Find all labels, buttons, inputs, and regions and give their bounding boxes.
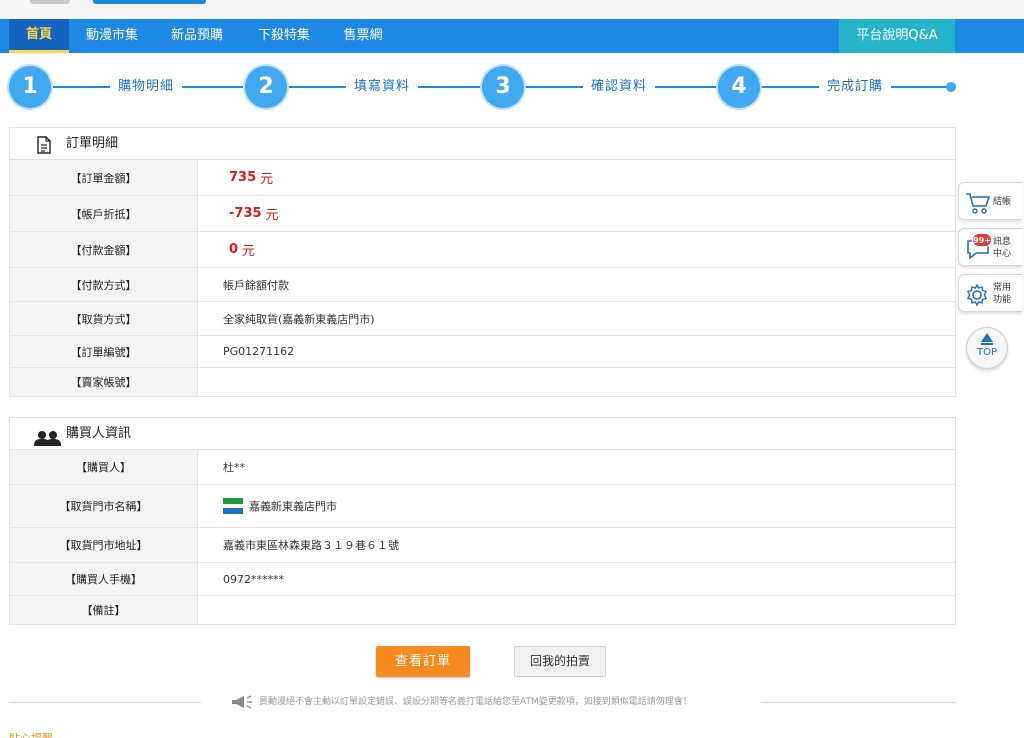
main-nav: 首頁 動漫市集 新品預購 下殺特集 售票網 平台說明Q&A [0,19,1024,53]
back-to-auctions-button[interactable]: 回我的拍賣 [514,646,606,677]
buyer-row-key: 【備註】 [10,596,198,624]
order-row-amount: 【訂單金額】 735 元 [10,160,955,196]
order-row-order-number: 【訂單編號】 PG01271162 [10,336,955,368]
notice-text-wrap: 買動漫絕不會主動以訂單設定錯誤、誤設分期等名義打電話給您至ATM變更款項，如接到… [231,693,692,711]
nav-item-anime-market[interactable]: 動漫市集 [78,19,146,53]
order-row-key: 【訂單編號】 [10,336,198,367]
nav-item-sale[interactable]: 下殺特集 [250,19,318,53]
order-row-key: 【訂單金額】 [10,160,198,195]
tools-label-1: 常用 [993,283,1012,293]
gear-icon [965,283,989,310]
buyer-name-value: 杜** [223,461,245,474]
top-label: TOP [976,347,997,358]
messages-widget[interactable]: 訊息 中心 [958,228,1022,266]
checkout-widget[interactable]: 結帳 [958,182,1022,220]
notice-divider-right [761,702,956,703]
buyer-store-address-value: 嘉義市東區林森東路３１９巷６１號 [223,539,399,552]
buyer-row-note: 【備註】 [10,596,955,624]
order-detail-title-text: 訂單明細 [66,136,119,151]
order-row-key: 【帳戶折抵】 [10,196,198,231]
message-count-badge: 99+ [972,233,992,247]
notice-text: 買動漫絕不會主動以訂單設定錯誤、誤設分期等名義打電話給您至ATM變更款項，如接到… [259,697,692,707]
order-detail-panel: 訂單明細 【訂單金額】 735 元 【帳戶折抵】 -735 元 【付款金額】 0元 … [9,127,956,397]
order-row-discount: 【帳戶折抵】 -735 元 [10,196,955,232]
cart-icon [965,192,991,217]
buyer-row-store-address: 【取貨門市地址】 嘉義市東區林森東路３１９巷６１號 [10,528,955,563]
buyer-info-title: 購買人資訊 [10,418,955,450]
checkout-label: 結帳 [993,197,1012,207]
order-row-payment-method: 【付款方式】 帳戶餘額付款 [10,268,955,302]
familymart-logo-icon [223,498,243,514]
buyer-row-key: 【購買人】 [10,450,198,484]
buyer-info-panel: 購買人資訊 【購買人】 杜** 【取貨門市名稱】 嘉義新東義店門市 【取貨門市地… [9,417,956,625]
order-discount-value: -735 元 [229,206,279,223]
step-1-label: 購物明細 [110,78,183,96]
megaphone-icon [231,695,253,716]
view-order-button[interactable]: 查看訂單 [376,646,470,677]
messages-label-1: 訊息 [993,237,1012,247]
top-header-strip [0,0,1024,19]
checkout-steps: 1 購物明細 2 填寫資料 3 確認資料 4 完成訂購 [0,66,1024,108]
buyer-row-key: 【取貨門市地址】 [10,528,198,562]
notice-divider-left [9,702,201,703]
reminder-heading: 貼心提醒 [9,730,53,738]
site-logo[interactable] [30,0,70,4]
buyer-row-name: 【購買人】 杜** [10,450,955,485]
buyer-store-name-value: 嘉義新東義店門市 [223,485,337,527]
order-amount-value: 735 元 [229,170,274,187]
arrow-up-icon [981,333,993,342]
tools-widget[interactable]: 常用 功能 [958,274,1022,312]
step-4-circle: 4 [718,66,760,108]
order-payment-method-value: 帳戶餘額付款 [223,278,289,292]
buyer-row-store-name: 【取貨門市名稱】 嘉義新東義店門市 [10,485,955,528]
order-detail-title: 訂單明細 [10,128,955,160]
nav-qa-button[interactable]: 平台說明Q&A [839,19,955,53]
nav-item-tickets[interactable]: 售票網 [333,19,393,53]
nav-item-home[interactable]: 首頁 [9,19,69,53]
order-row-seller-account: 【賣家帳號】 [10,368,955,396]
buyer-info-title-text: 購買人資訊 [66,426,132,441]
fraud-notice: 買動漫絕不會主動以訂單設定錯誤、誤設分期等名義打電話給您至ATM變更款項，如接到… [9,693,956,711]
messages-label-2: 中心 [993,249,1012,259]
order-row-key: 【付款方式】 [10,268,198,301]
header-search-bar[interactable] [93,0,206,4]
buyer-row-key: 【購買人手機】 [10,563,198,595]
buyer-row-phone: 【購買人手機】 0972****** [10,563,955,596]
step-3-label: 確認資料 [583,78,656,96]
buyer-row-key: 【取貨門市名稱】 [10,485,198,527]
step-2-circle: 2 [245,66,287,108]
buyer-phone-value: 0972****** [223,572,284,586]
step-1-circle: 1 [9,66,51,108]
order-row-key: 【付款金額】 [10,232,198,267]
order-row-payment-amount: 【付款金額】 0元 [10,232,955,268]
order-row-key: 【賣家帳號】 [10,368,198,396]
steps-end-dot [946,82,956,92]
back-to-top-button[interactable]: TOP [966,327,1008,369]
step-3-circle: 3 [482,66,524,108]
order-number-value: PG01271162 [223,345,295,358]
step-2-label: 填寫資料 [346,78,419,96]
order-payment-amount-value: 0元 [229,242,256,259]
step-4-label: 完成訂購 [819,78,892,96]
tools-label-2: 功能 [993,295,1012,305]
order-row-pickup-method: 【取貨方式】 全家純取貨(嘉義新東義店門市) [10,302,955,336]
order-row-key: 【取貨方式】 [10,302,198,335]
order-pickup-method-value: 全家純取貨(嘉義新東義店門市) [223,312,375,326]
nav-item-preorder[interactable]: 新品預購 [163,19,231,53]
